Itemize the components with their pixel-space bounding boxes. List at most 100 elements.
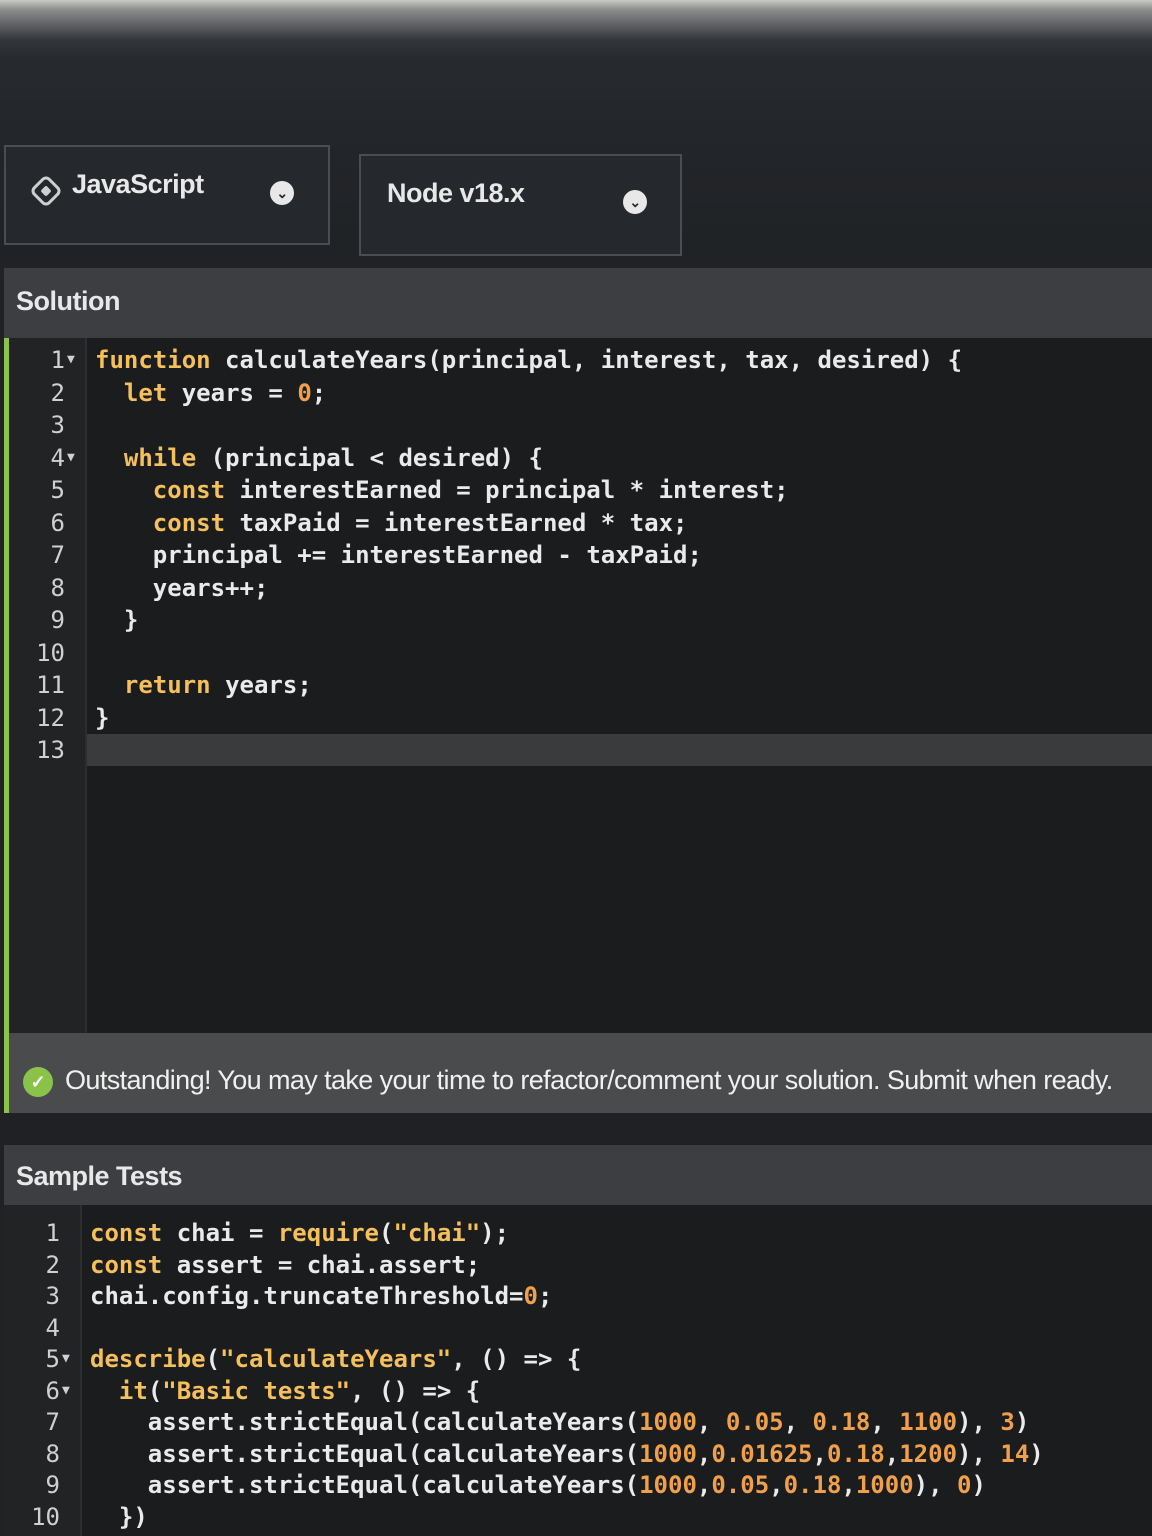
fold-arrow-icon[interactable]: ▼ (67, 344, 75, 376)
fold-arrow-icon[interactable]: ▼ (62, 1375, 70, 1407)
code-line[interactable]: 8 years++; (9, 572, 1149, 604)
code-punctuation: => (523, 1345, 553, 1373)
code-text: const chai = require("chai"); (90, 1217, 509, 1249)
code-identifier: config (162, 1282, 249, 1310)
code-punctuation: ), (913, 1471, 943, 1499)
line-number: 6 (45, 1376, 60, 1405)
code-line[interactable]: 6 ▼ it("Basic tests", () => { (4, 1375, 1144, 1407)
code-line[interactable]: 11 return years; (9, 669, 1149, 701)
code-number: 0.05 (711, 1471, 770, 1499)
code-number: 0.05 (725, 1408, 784, 1436)
code-line[interactable]: 6 const taxPaid = interestEarned * tax; (9, 507, 1149, 539)
code-line[interactable]: 2 const assert = chai.assert; (4, 1249, 1144, 1281)
code-punctuation: += (297, 541, 327, 569)
code-keyword: const (90, 1219, 163, 1247)
line-number: 9 (50, 606, 65, 634)
code-keyword: let (123, 378, 168, 407)
chevron-down-icon[interactable]: ⌄ (623, 190, 647, 214)
code-identifier: calculateYears (422, 1408, 625, 1436)
code-identifier: desired (398, 443, 500, 472)
code-identifier: chai (176, 1219, 235, 1247)
code-identifier: strictEqual (248, 1408, 408, 1436)
code-punctuation: ( (624, 1439, 640, 1468)
solution-code-editor[interactable]: 1 ▼ function calculateYears(principal, int… (4, 338, 1152, 1033)
code-line[interactable]: 5 const interestEarned = principal * int… (9, 474, 1149, 506)
code-line[interactable]: 4 (4, 1312, 1144, 1344)
code-line[interactable]: 9 } (9, 604, 1149, 636)
code-number: 0 (523, 1282, 538, 1310)
line-number: 10 (36, 638, 65, 667)
line-number: 7 (50, 541, 65, 569)
code-identifier: chai (306, 1250, 365, 1279)
code-line[interactable]: 13 (9, 734, 1149, 766)
version-select[interactable]: Node v18.x ⌄ (359, 154, 682, 256)
code-line[interactable]: 1 ▼ function calculateYears(principal, int… (9, 344, 1149, 376)
code-text: }) (90, 1501, 148, 1533)
code-text: assert.strictEqual(calculateYears(1000,0… (90, 1469, 986, 1501)
monitor-top-edge (0, 0, 1152, 60)
code-line[interactable]: 3 chai.config.truncateThreshold=0; (4, 1280, 1144, 1312)
code-line[interactable]: 4 ▼ while (principal < desired) { (9, 442, 1149, 474)
line-number: 2 (50, 378, 65, 407)
success-message: Outstanding! You may take your time to r… (65, 1065, 1113, 1095)
code-punctuation: . (234, 1471, 249, 1499)
code-punctuation: , (696, 1408, 712, 1436)
code-line[interactable]: 2 let years = 0; (9, 377, 1149, 409)
code-line[interactable]: 9 assert.strictEqual(calculateYears(1000… (4, 1469, 1144, 1501)
line-number: 11 (36, 671, 65, 699)
code-identifier: years (152, 573, 226, 602)
version-select-label: Node v18.x (387, 178, 525, 208)
code-line[interactable]: 8 assert.strictEqual(calculateYears(1000… (4, 1438, 1144, 1470)
code-line[interactable]: 10 (9, 637, 1149, 669)
chevron-down-icon[interactable]: ⌄ (270, 181, 294, 205)
code-line[interactable]: 10 }) (4, 1501, 1144, 1533)
code-keyword: while (123, 443, 197, 472)
code-punctuation: { (465, 1376, 481, 1405)
code-text: it("Basic tests", () => { (90, 1375, 480, 1407)
language-select[interactable]: JavaScript ⌄ (4, 145, 330, 245)
code-keyword: const (152, 508, 226, 537)
line-number: 2 (45, 1250, 60, 1279)
solution-header: Solution (4, 268, 1152, 338)
code-line[interactable]: 3 (9, 409, 1149, 441)
code-number: 1000 (639, 1408, 697, 1436)
code-line[interactable]: 12} (9, 702, 1149, 734)
code-punctuation: , (812, 1439, 827, 1468)
code-number: 1100 (899, 1408, 958, 1436)
line-number: 8 (50, 573, 65, 602)
code-identifier: assert (147, 1439, 235, 1468)
code-punctuation: . (147, 1282, 163, 1310)
code-identifier: taxPaid (239, 508, 341, 537)
code-text: while (principal < desired) { (95, 442, 543, 474)
code-punctuation: ; (673, 508, 688, 537)
success-banner: ✓ Outstanding! You may take your time to… (4, 1033, 1152, 1113)
code-punctuation: { (528, 443, 543, 472)
code-number: 1000 (639, 1471, 697, 1499)
code-text: return years; (95, 669, 312, 701)
code-punctuation: - (557, 541, 572, 569)
code-punctuation: , (716, 346, 731, 374)
code-punctuation: => (422, 1376, 452, 1405)
code-number: 0.01625 (711, 1439, 813, 1468)
fold-arrow-icon[interactable]: ▼ (62, 1343, 70, 1375)
code-identifier: assert (176, 1250, 264, 1279)
code-line[interactable]: 5 ▼ describe("calculateYears", () => { (4, 1343, 1144, 1375)
code-punctuation: , (696, 1471, 712, 1499)
code-identifier: interest (658, 476, 775, 504)
check-circle-icon: ✓ (23, 1067, 53, 1097)
code-punctuation: ( (427, 346, 442, 374)
code-text: chai.config.truncateThreshold=0; (90, 1280, 552, 1312)
code-line[interactable]: 7 principal += interestEarned - taxPaid; (9, 539, 1149, 571)
code-punctuation: ( (210, 443, 226, 472)
code-punctuation: . (364, 1250, 380, 1279)
code-identifier: principal (152, 541, 283, 569)
code-line[interactable]: 1 const chai = require("chai"); (4, 1217, 1144, 1249)
fold-arrow-icon[interactable]: ▼ (67, 442, 75, 474)
code-punctuation: ) (918, 346, 934, 374)
code-line[interactable]: 7 assert.strictEqual(calculateYears(1000… (4, 1406, 1144, 1438)
code-punctuation: ( (147, 1376, 163, 1405)
code-punctuation: = (456, 476, 471, 504)
code-punctuation: ) (1029, 1439, 1044, 1468)
code-number: 3 (1000, 1408, 1015, 1436)
sample-tests-code-editor[interactable]: 1 const chai = require("chai"); 2 const ass… (4, 1205, 1152, 1536)
